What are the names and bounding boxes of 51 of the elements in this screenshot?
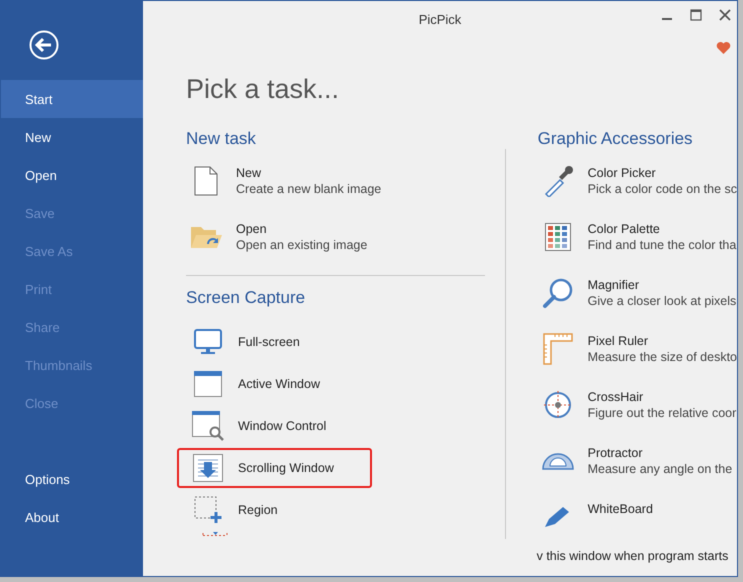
tool-description: Give a closer look at pixels	[588, 294, 736, 308]
heart-icon[interactable]	[716, 41, 731, 55]
tool-description: Measure any angle on the	[588, 462, 732, 476]
protractor-icon	[542, 452, 574, 470]
eyedropper-icon	[542, 165, 573, 197]
ruler-icon	[542, 333, 573, 365]
sidebar-item[interactable]: Open	[1, 156, 143, 194]
page-heading: Pick a task...	[186, 74, 340, 106]
back-icon[interactable]	[29, 30, 59, 60]
monitor-icon	[194, 329, 222, 355]
dashed-line-icon	[202, 532, 228, 537]
task-description: Open an existing image	[236, 238, 368, 252]
document-icon	[194, 166, 218, 196]
sidebar-item[interactable]: About	[1, 498, 143, 536]
capture-option[interactable]: Scrolling Window	[177, 448, 372, 488]
window-icon	[194, 371, 222, 397]
sidebar-item[interactable]: Options	[1, 460, 143, 498]
capture-option[interactable]: Active Window	[177, 364, 372, 404]
folder-icon	[190, 224, 222, 250]
window-title: PicPick	[418, 12, 462, 26]
task-title[interactable]: Open	[236, 222, 368, 236]
window-magnifier-icon	[192, 411, 224, 441]
tool-title[interactable]: WhiteBoard	[588, 502, 653, 516]
scroll-window-icon	[193, 454, 223, 482]
capture-option[interactable]: Full-screen	[177, 322, 372, 362]
tool-description: Find and tune the color tha	[588, 238, 736, 252]
tool-description: Measure the size of deskto	[588, 350, 737, 364]
tool-title[interactable]: Pixel Ruler	[588, 334, 737, 348]
color-grid-icon	[544, 223, 571, 251]
capture-option[interactable]: Region	[177, 490, 372, 530]
tool-title[interactable]: Color Picker	[588, 166, 737, 180]
tool-description: Pick a color code on the sc	[588, 182, 737, 196]
tool-title[interactable]: Color Palette	[588, 222, 736, 236]
maximize-icon[interactable]	[690, 9, 702, 21]
tool-description: Figure out the relative coor	[588, 406, 736, 420]
magnifier-icon	[542, 277, 574, 309]
sidebar-item[interactable]: New	[1, 118, 143, 156]
tool-title[interactable]: Magnifier	[588, 278, 736, 292]
task-title[interactable]: New	[236, 166, 382, 180]
sidebar-item[interactable]: Start	[1, 80, 143, 118]
section-heading: Screen Capture	[186, 287, 306, 309]
section-heading: Graphic Accessories	[538, 128, 694, 150]
capture-option[interactable]: Window Control	[177, 406, 372, 446]
startup-option-label: v this window when program starts	[536, 549, 730, 563]
tool-title[interactable]: Protractor	[588, 446, 732, 460]
tool-title[interactable]: CrossHair	[588, 390, 736, 404]
crosshair-icon	[542, 390, 573, 420]
section-heading: New task	[186, 128, 257, 150]
task-description: Create a new blank image	[236, 182, 382, 196]
region-icon	[194, 496, 222, 524]
close-icon[interactable]	[719, 9, 731, 21]
